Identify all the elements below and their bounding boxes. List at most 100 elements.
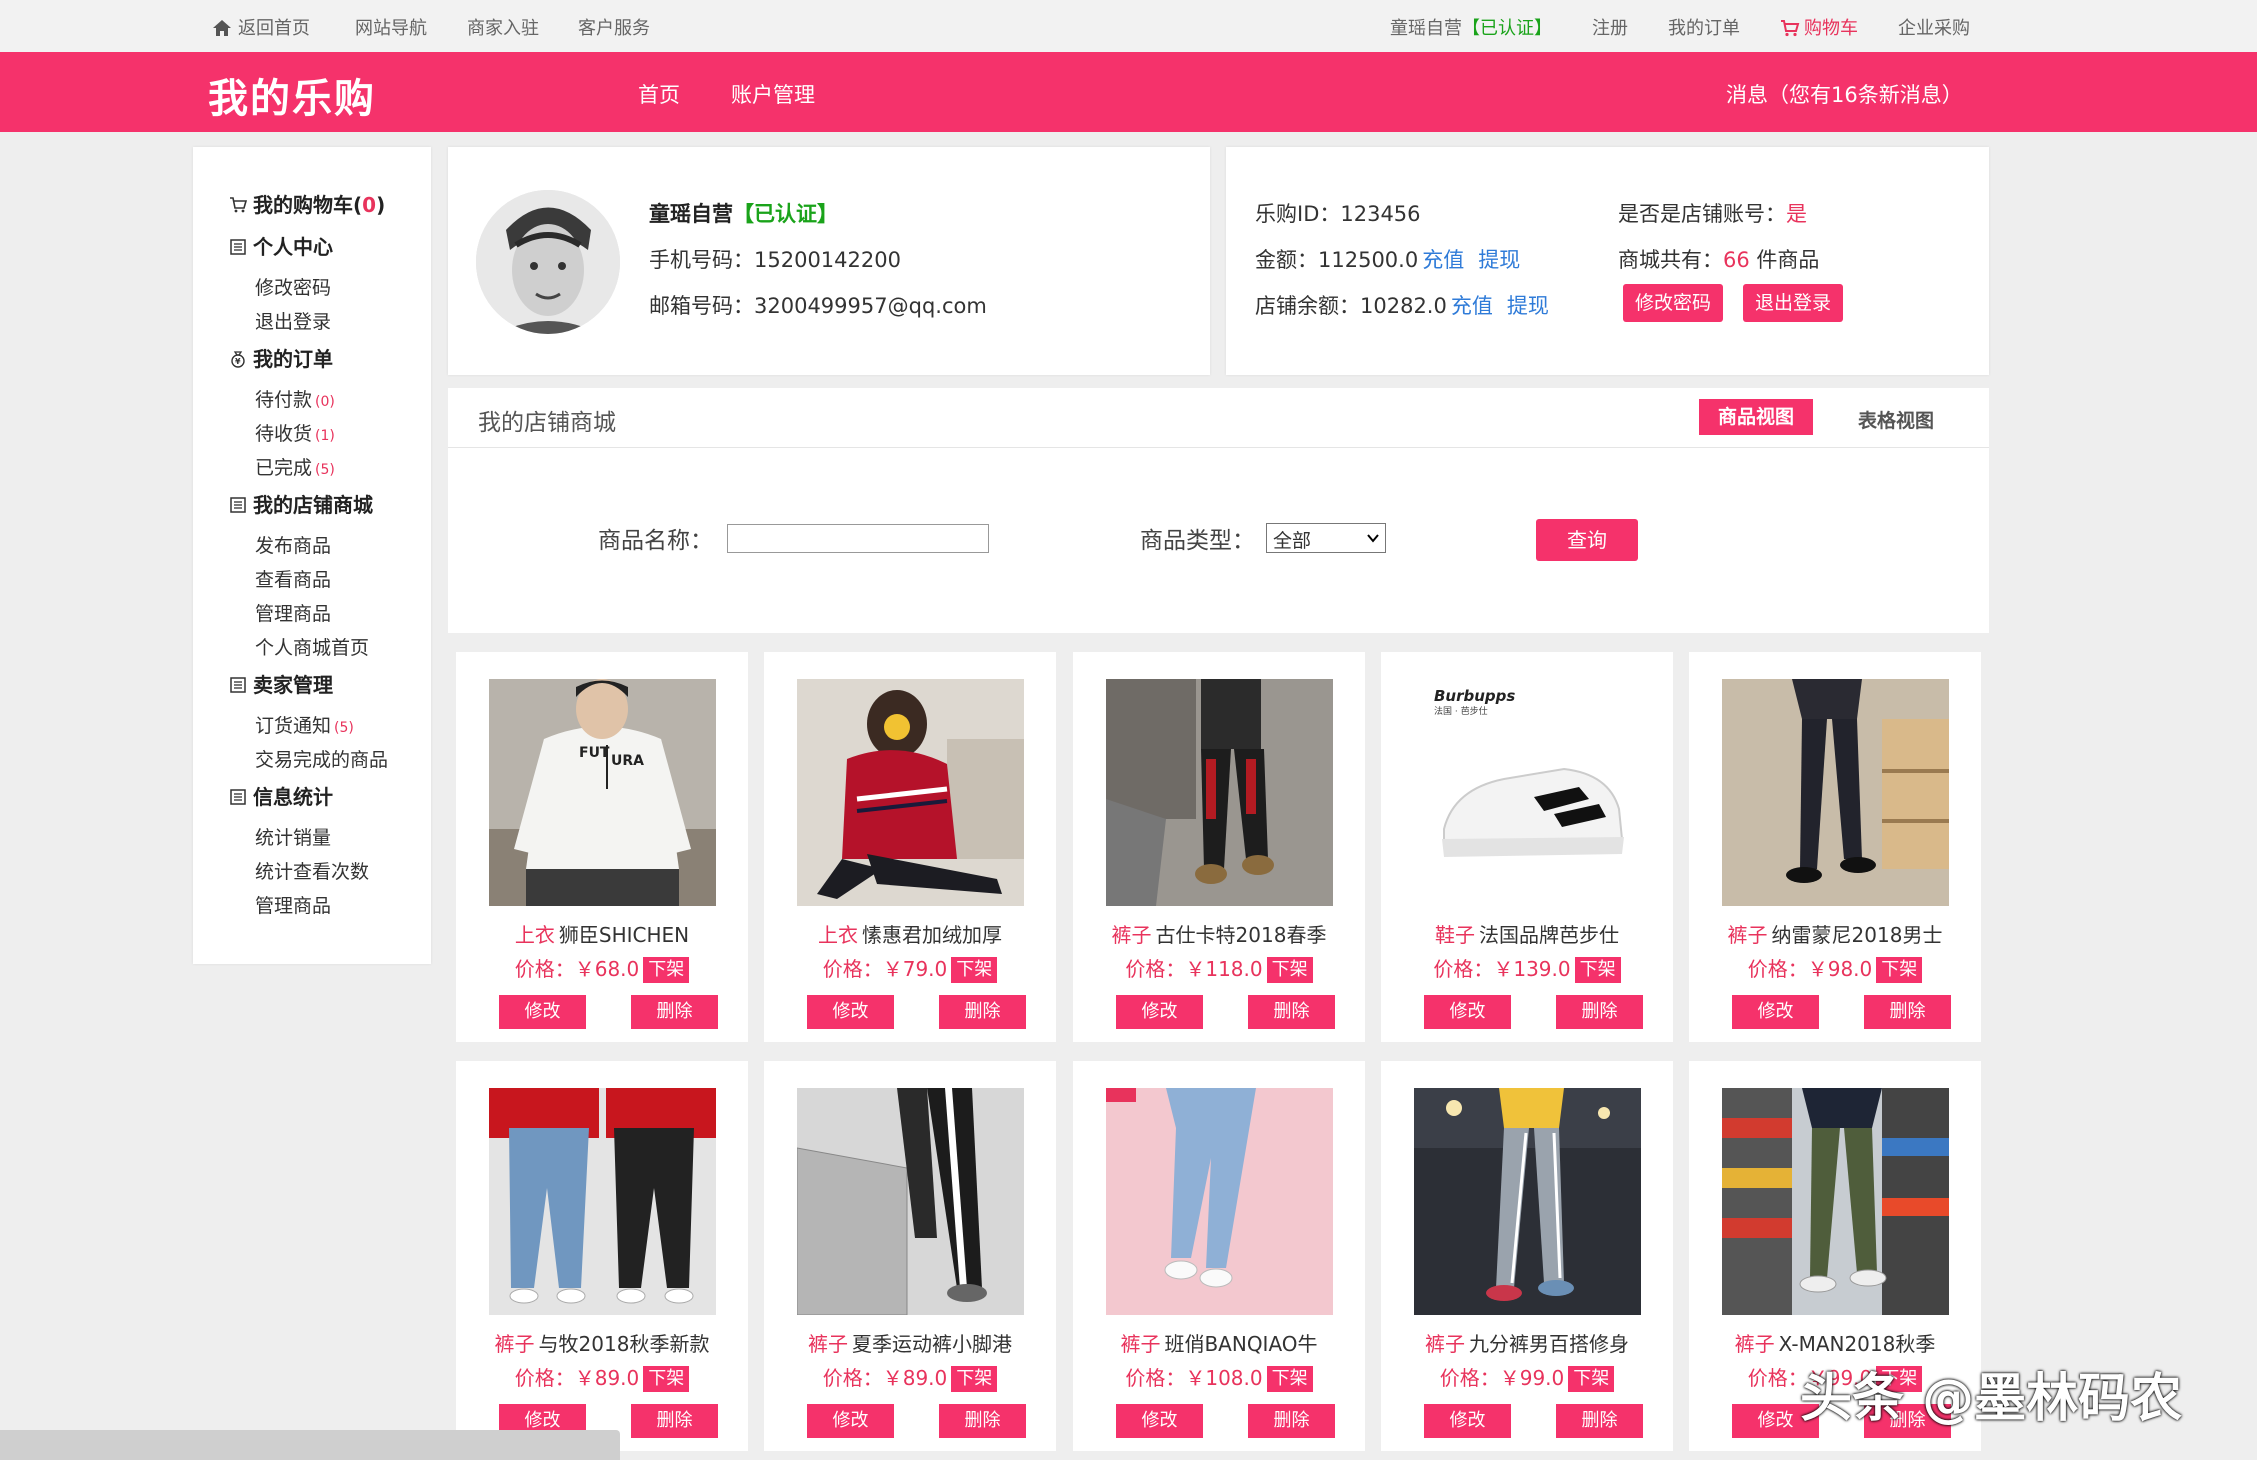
product-image[interactable]	[797, 679, 1024, 906]
sidebar-stat-views[interactable]: 统计查看次数	[255, 857, 369, 884]
product-card[interactable]: 裤子 九分裤男百搭修身 价格：￥99.0 下架 修改 删除	[1381, 1061, 1673, 1451]
sidebar-pending-payment[interactable]: 待付款 (0)	[255, 385, 335, 412]
sidebar-pending-receipt[interactable]: 待收货 (1)	[255, 419, 335, 446]
delist-button[interactable]: 下架	[951, 1366, 998, 1392]
product-image[interactable]	[797, 1088, 1024, 1315]
sidebar-logout[interactable]: 退出登录	[255, 307, 331, 334]
product-title[interactable]: 裤子 纳雷蒙尼2018男士	[1689, 919, 1981, 948]
product-price-row: 价格：￥98.0 下架	[1689, 953, 1981, 983]
goods-name-input[interactable]	[727, 524, 989, 553]
nav-account[interactable]: 账户管理	[731, 79, 815, 109]
product-title[interactable]: 上衣 狮臣SHICHEN	[456, 919, 748, 948]
withdraw-link[interactable]: 提现	[1478, 248, 1520, 272]
store-account-link[interactable]: 童瑶自营【已认证】	[1390, 14, 1552, 40]
product-image[interactable]	[1414, 1088, 1641, 1315]
product-image[interactable]	[1722, 679, 1949, 906]
product-card[interactable]: 裤子 与牧2018秋季新款 价格：￥89.0 下架 修改 删除	[456, 1061, 748, 1451]
product-card[interactable]: FUT URA 上衣 狮臣SHICHEN 价格：￥68.0 下架 修改 删除	[456, 652, 748, 1042]
delete-button[interactable]: 删除	[1556, 1404, 1643, 1438]
delist-button[interactable]: 下架	[1568, 1366, 1615, 1392]
product-price: 价格：￥79.0	[822, 957, 948, 981]
merchant-join-link[interactable]: 商家入驻	[467, 14, 539, 40]
sidebar-traded-goods[interactable]: 交易完成的商品	[255, 745, 388, 772]
delist-button[interactable]: 下架	[1876, 957, 1923, 983]
query-button[interactable]: 查询	[1536, 519, 1638, 561]
product-image[interactable]	[1106, 1088, 1333, 1315]
product-price-row: 价格：￥108.0 下架	[1073, 1362, 1365, 1392]
register-link[interactable]: 注册	[1592, 14, 1628, 40]
messages-link[interactable]: 消息（您有16条新消息）	[1726, 79, 1963, 109]
tab-goods-view[interactable]: 商品视图	[1699, 399, 1813, 435]
site-logo[interactable]: 我的乐购	[208, 66, 376, 124]
sidebar-personal-home[interactable]: 个人商城首页	[255, 633, 369, 660]
sidebar-completed[interactable]: 已完成 (5)	[255, 453, 335, 480]
product-image[interactable]	[489, 1088, 716, 1315]
nav-home[interactable]: 首页	[638, 79, 680, 109]
sidebar-change-password[interactable]: 修改密码	[255, 273, 331, 300]
delist-button[interactable]: 下架	[643, 1366, 690, 1392]
delete-button[interactable]: 删除	[1248, 1404, 1335, 1438]
delist-button[interactable]: 下架	[951, 957, 998, 983]
product-card[interactable]: 裤子 班俏BANQIAO牛 价格：￥108.0 下架修改 删除	[1073, 1061, 1365, 1451]
product-image[interactable]	[1722, 1088, 1949, 1315]
product-price: 价格：￥139.0	[1433, 957, 1571, 981]
customer-service-link[interactable]: 客户服务	[578, 14, 650, 40]
cart-link[interactable]: 购物车	[1780, 14, 1858, 40]
product-title[interactable]: 鞋子 法国品牌芭步仕	[1381, 919, 1673, 948]
delete-button[interactable]: 删除	[1556, 995, 1643, 1029]
product-card[interactable]: 裤子 纳雷蒙尼2018男士 价格：￥98.0 下架修改 删除	[1689, 652, 1981, 1042]
store-recharge-link[interactable]: 充值	[1451, 294, 1493, 318]
my-orders-link[interactable]: 我的订单	[1668, 14, 1740, 40]
delist-button[interactable]: 下架	[1266, 957, 1313, 983]
edit-button[interactable]: 修改	[1424, 1404, 1511, 1438]
edit-button[interactable]: 修改	[807, 1404, 894, 1438]
delete-button[interactable]: 删除	[1248, 995, 1335, 1029]
product-card[interactable]: Burbupps 法国 · 芭步仕鞋子 法国品牌芭步仕价格：￥139.0 下架修改 删除	[1381, 652, 1673, 1042]
product-title[interactable]: 上衣 愫惠君加绒加厚	[764, 919, 1056, 948]
store-withdraw-link[interactable]: 提现	[1507, 294, 1549, 318]
product-card[interactable]: 上衣 愫惠君加绒加厚价格：￥79.0 下架修改 删除	[764, 652, 1056, 1042]
product-title[interactable]: 裤子 与牧2018秋季新款	[456, 1328, 748, 1357]
product-title[interactable]: 裤子 X-MAN2018秋季	[1689, 1328, 1981, 1357]
product-card[interactable]: 裤子 夏季运动裤小脚港 价格：￥89.0 下架 修改 删除	[764, 1061, 1056, 1451]
product-image[interactable]	[1106, 679, 1333, 906]
product-image[interactable]: FUT URA	[489, 679, 716, 906]
sidebar-view-goods[interactable]: 查看商品	[255, 565, 331, 592]
sidebar-cart[interactable]: 我的购物车(0)	[229, 189, 385, 218]
delete-button[interactable]: 删除	[939, 1404, 1026, 1438]
delete-button[interactable]: 删除	[631, 1404, 718, 1438]
product-title[interactable]: 裤子 班俏BANQIAO牛	[1073, 1328, 1365, 1357]
logout-button[interactable]: 退出登录	[1743, 284, 1843, 322]
product-title[interactable]: 裤子 古仕卡特2018春季	[1073, 919, 1365, 948]
product-image[interactable]: Burbupps 法国 · 芭步仕	[1414, 679, 1641, 906]
product-title[interactable]: 裤子 夏季运动裤小脚港	[764, 1328, 1056, 1357]
sidebar-order-notice[interactable]: 订货通知 (5)	[255, 711, 354, 738]
delist-button[interactable]: 下架	[643, 957, 690, 983]
edit-button[interactable]: 修改	[499, 995, 586, 1029]
goods-type-select[interactable]: 全部	[1266, 523, 1386, 553]
horizontal-scrollbar[interactable]	[0, 1430, 620, 1460]
home-link[interactable]: 返回首页	[212, 14, 310, 40]
sidebar-stat-manage[interactable]: 管理商品	[255, 891, 331, 918]
sidebar-manage-goods[interactable]: 管理商品	[255, 599, 331, 626]
product-card[interactable]: 裤子 古仕卡特2018春季 价格：￥118.0 下架 修改 删除	[1073, 652, 1365, 1042]
delist-button[interactable]: 下架	[1574, 957, 1621, 983]
edit-button[interactable]: 修改	[1424, 995, 1511, 1029]
delete-button[interactable]: 删除	[631, 995, 718, 1029]
edit-button[interactable]: 修改	[807, 995, 894, 1029]
edit-button[interactable]: 修改	[1732, 995, 1819, 1029]
change-password-button[interactable]: 修改密码	[1623, 284, 1723, 322]
delist-button[interactable]: 下架	[1266, 1366, 1313, 1392]
delete-button[interactable]: 删除	[939, 995, 1026, 1029]
edit-button[interactable]: 修改	[1116, 995, 1203, 1029]
edit-button[interactable]: 修改	[1116, 1404, 1203, 1438]
recharge-link[interactable]: 充值	[1422, 248, 1464, 272]
delete-button[interactable]: 删除	[1864, 995, 1951, 1029]
product-category: 裤子	[1425, 1332, 1465, 1356]
sidebar-stat-sales[interactable]: 统计销量	[255, 823, 331, 850]
enterprise-link[interactable]: 企业采购	[1898, 14, 1970, 40]
tab-table-view[interactable]: 表格视图	[1858, 406, 1934, 433]
product-title[interactable]: 裤子 九分裤男百搭修身	[1381, 1328, 1673, 1357]
sidebar-publish[interactable]: 发布商品	[255, 531, 331, 558]
site-nav-link[interactable]: 网站导航	[355, 14, 427, 40]
